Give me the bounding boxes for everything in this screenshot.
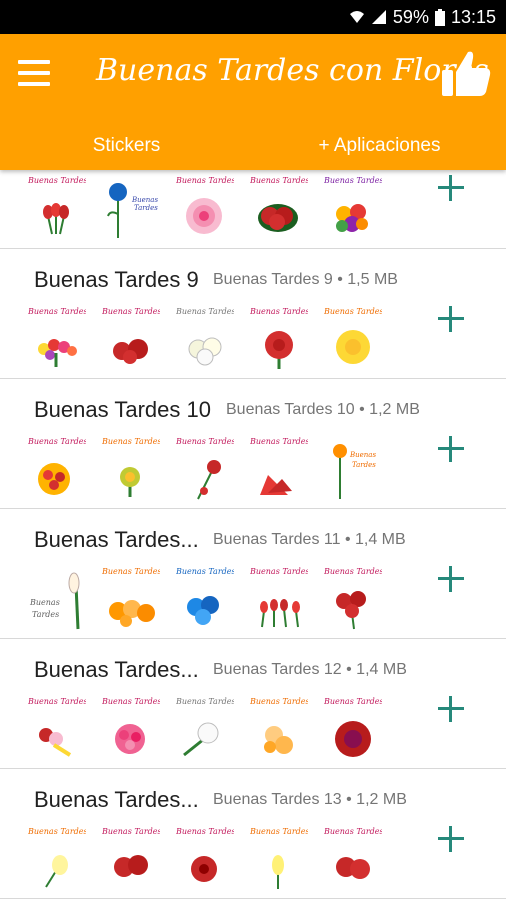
pack-details: Buenas Tardes 12 • 1,4 MB: [213, 661, 407, 678]
sticker-long-stem-rose: Buenas Tardes: [174, 435, 236, 501]
add-pack-button[interactable]: [438, 826, 464, 852]
hamburger-icon-line: [18, 82, 50, 86]
svg-text:Tardes: Tardes: [32, 610, 59, 619]
sticker-white-roses: Buenas Tardes: [174, 305, 236, 371]
pack-details: Buenas Tardes 13 • 1,2 MB: [213, 791, 407, 808]
signal-icon: [371, 10, 386, 24]
sticker-blue-rose: Buenas Tardes: [100, 174, 162, 240]
pack-title: Buenas Tardes 9: [34, 267, 199, 292]
sticker-pack-row[interactable]: Buenas Tardes 9 Buenas Tardes 9 • 1,5 MB…: [0, 249, 506, 379]
add-pack-button[interactable]: [438, 436, 464, 462]
pack-title: Buenas Tardes...: [34, 787, 199, 812]
sticker-tulip-bouquet: Buenas Tardes: [26, 305, 88, 371]
sticker-pack-row[interactable]: Buenas Tardes 10 Buenas Tardes 10 • 1,2 …: [0, 379, 506, 509]
sticker-red-tulip-row: Buenas Tardes: [248, 565, 310, 631]
add-pack-button[interactable]: [438, 696, 464, 722]
sticker-red-rose-cluster: Buenas Tardes: [322, 565, 384, 631]
tab-aplicaciones[interactable]: + Aplicaciones: [253, 122, 506, 170]
hamburger-icon-line: [18, 71, 50, 75]
svg-text:Buenas: Buenas: [131, 196, 158, 204]
pack-title: Buenas Tardes...: [34, 657, 199, 682]
sticker-pack-row[interactable]: Buenas Tardes Buenas Tardes Buenas Tardes…: [0, 170, 506, 249]
sticker-red-rose-bunch: Buenas Tardes: [100, 305, 162, 371]
sticker-preview-row: Buenas Tardes Buenas Tardes Buenas Tarde…: [26, 825, 384, 891]
wifi-icon: [349, 11, 364, 23]
sticker-pack-row[interactable]: Buenas Tardes... Buenas Tardes 12 • 1,4 …: [0, 639, 506, 769]
sticker-preview-row: Buenas Tardes Buenas Tardes Buenas Tardes…: [26, 565, 384, 631]
sticker-yellow-rose: Buenas Tardes: [322, 305, 384, 371]
battery-percent: 59%: [392, 6, 429, 27]
battery-icon: [434, 8, 445, 26]
sticker-blue-roses: Buenas Tardes: [174, 565, 236, 631]
sticker-orange-rose: Buenas Tardes: [322, 435, 384, 501]
sticker-white-rose: Buenas Tardes: [174, 695, 236, 761]
sticker-rose-bouquet: Buenas Tardes: [26, 695, 88, 761]
pack-title: Buenas Tardes 10: [34, 397, 211, 422]
sticker-preview-row: Buenas Tardes Buenas Tardes Buenas Tarde…: [26, 695, 384, 761]
sticker-red-rose: Buenas Tardes: [248, 305, 310, 371]
svg-text:Tardes: Tardes: [134, 204, 158, 212]
thumbs-up-icon[interactable]: [440, 48, 492, 98]
sticker-red-tulips: Buenas Tardes: [248, 435, 310, 501]
svg-text:Buenas: Buenas: [349, 451, 376, 459]
sticker-red-roses: Buenas Tardes: [100, 825, 162, 891]
svg-text:Buenas: Buenas: [29, 598, 60, 607]
sticker-red-tulips: Buenas Tardes: [26, 174, 88, 240]
sticker-pack-list[interactable]: Buenas Tardes Buenas Tardes Buenas Tardes…: [0, 170, 506, 900]
svg-text:Tardes: Tardes: [352, 461, 376, 469]
pack-details: Buenas Tardes 10 • 1,2 MB: [226, 401, 420, 418]
tab-stickers[interactable]: Stickers: [0, 122, 253, 170]
add-pack-button[interactable]: [438, 306, 464, 332]
sticker-pink-rose: Buenas Tardes: [174, 174, 236, 240]
sticker-orange-roses: Buenas Tardes: [100, 565, 162, 631]
sticker-peach-roses: Buenas Tardes: [248, 695, 310, 761]
add-pack-button[interactable]: [438, 175, 464, 201]
pack-details: Buenas Tardes 9 • 1,5 MB: [213, 271, 398, 288]
sticker-red-rose-pair: Buenas Tardes: [322, 825, 384, 891]
status-bar: 59% 13:15: [0, 0, 506, 34]
sticker-rose-ball: Buenas Tardes: [26, 435, 88, 501]
sticker-red-roses: Buenas Tardes: [248, 174, 310, 240]
sticker-calla-lily: Buenas Tardes: [26, 565, 88, 631]
sticker-red-rose: Buenas Tardes: [174, 825, 236, 891]
sticker-pack-row[interactable]: Buenas Tardes... Buenas Tardes 11 • 1,4 …: [0, 509, 506, 639]
hamburger-icon-line: [18, 60, 50, 64]
sticker-pink-bouquet: Buenas Tardes: [100, 695, 162, 761]
sticker-preview-row: Buenas Tardes Buenas Tardes Buenas Tarde…: [26, 305, 384, 371]
app-title: Buenas Tardes con Flores: [96, 53, 489, 88]
sticker-preview-row: Buenas Tardes Buenas Tardes Buenas Tarde…: [26, 435, 384, 501]
sticker-mixed-bouquet: Buenas Tardes: [322, 174, 384, 240]
add-pack-button[interactable]: [438, 566, 464, 592]
app-bar: Buenas Tardes con Flores Stickers + Apli…: [0, 34, 506, 170]
sticker-pack-row[interactable]: Buenas Tardes... Buenas Tardes 13 • 1,2 …: [0, 769, 506, 899]
sticker-yellow-rose-bud: Buenas Tardes: [248, 825, 310, 891]
pack-details: Buenas Tardes 11 • 1,4 MB: [213, 531, 406, 548]
clock: 13:15: [450, 6, 496, 27]
pack-title: Buenas Tardes...: [34, 527, 199, 552]
sticker-preview-row: Buenas Tardes Buenas Tardes Buenas Tardes…: [26, 174, 384, 240]
menu-button[interactable]: [18, 60, 50, 86]
sticker-yellow-rose: Buenas Tardes: [100, 435, 162, 501]
sticker-dark-red-rose: Buenas Tardes: [322, 695, 384, 761]
tab-bar: Stickers + Aplicaciones: [0, 122, 506, 170]
sticker-cream-rose: Buenas Tardes: [26, 825, 88, 891]
